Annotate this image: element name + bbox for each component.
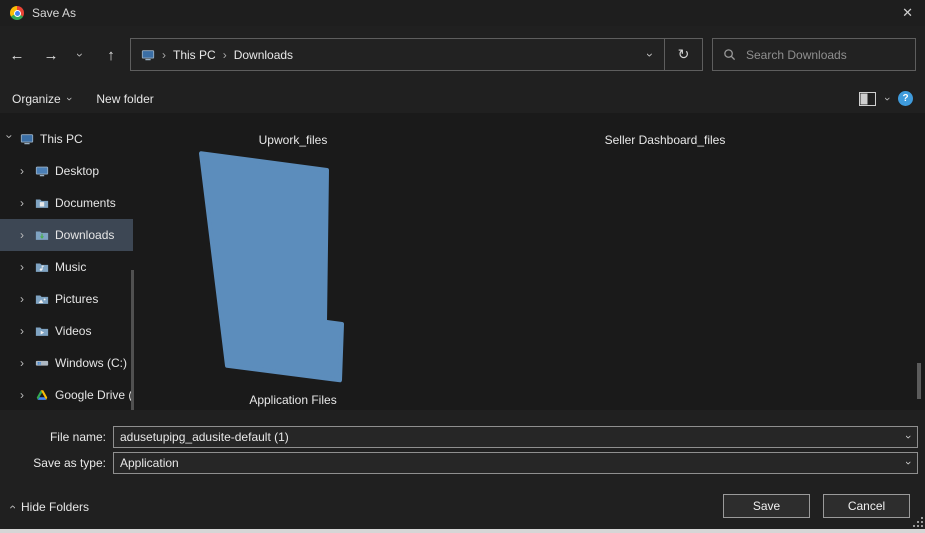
file-item-application-files[interactable] (196, 149, 346, 392)
chrome-icon (10, 6, 24, 20)
sidebar-item-downloads[interactable]: › Downloads (0, 219, 133, 251)
breadcrumb-separator-icon: › (162, 47, 166, 62)
collapse-chevron-icon: › (20, 292, 24, 306)
documents-icon (35, 199, 49, 208)
google-drive-icon (36, 390, 48, 400)
view-options-icon[interactable] (859, 91, 877, 106)
refresh-icon[interactable]: ↻ (665, 46, 702, 63)
collapse-chevron-icon: › (20, 164, 24, 178)
save-type-value: Application (120, 456, 179, 470)
file-name-label: File name: (49, 430, 106, 444)
save-type-dropdown-icon: › (902, 461, 914, 465)
sidebar-item-desktop[interactable]: › Desktop (0, 155, 133, 187)
forward-button[interactable]: → (38, 42, 64, 68)
breadcrumb-downloads[interactable]: Downloads (234, 48, 293, 62)
view-options-chevron-icon[interactable]: › (881, 97, 893, 101)
sidebar-item-this-pc[interactable]: › This PC (0, 123, 133, 155)
expand-chevron-icon: › (2, 134, 17, 139)
collapse-chevron-icon: › (20, 324, 24, 338)
search-icon (724, 49, 736, 61)
close-icon[interactable]: ✕ (902, 5, 913, 21)
recent-locations-chevron-icon[interactable]: › (70, 42, 90, 68)
command-toolbar: Organize › New folder › ? (0, 84, 925, 113)
file-item-seller-dashboard-files[interactable]: Seller Dashboard_files (560, 133, 770, 147)
sidebar-item-pictures[interactable]: › Pictures (0, 283, 133, 315)
desktop-icon (35, 166, 49, 177)
file-name-dropdown-icon[interactable]: › (902, 428, 914, 446)
breadcrumb: › This PC › Downloads (131, 48, 636, 62)
hide-folders-chevron-icon: › (5, 505, 19, 509)
file-name-row: File name: › (0, 426, 918, 448)
folder-icon (199, 151, 344, 383)
back-button[interactable]: ← (4, 42, 30, 68)
pictures-icon (35, 295, 49, 304)
hide-folders-button[interactable]: › Hide Folders (5, 500, 89, 514)
form-fields: File name: › Save as type: Application › (0, 410, 925, 487)
navigation-pane: › This PC › Desktop › Documents › Downlo… (0, 113, 133, 410)
window-title: Save As (32, 6, 77, 20)
breadcrumb-this-pc[interactable]: This PC (173, 48, 216, 62)
this-pc-icon (141, 49, 155, 60)
windows-drive-icon (35, 360, 49, 366)
up-button[interactable]: ↑ (98, 42, 124, 68)
bottom-edge (0, 529, 925, 533)
videos-icon (35, 327, 49, 336)
titlebar: Save As (0, 0, 925, 26)
sidebar-item-music[interactable]: › Music (0, 251, 133, 283)
downloads-icon (35, 231, 49, 240)
save-type-row: Save as type: Application › (0, 452, 918, 474)
new-folder-button[interactable]: New folder (96, 92, 153, 106)
file-item-upwork-files[interactable]: Upwork_files (210, 133, 376, 147)
cancel-button[interactable]: Cancel (823, 494, 910, 518)
collapse-chevron-icon: › (20, 196, 24, 210)
breadcrumb-separator-icon: › (222, 47, 227, 62)
toolbar-right-group: › ? (859, 91, 913, 106)
this-pc-icon (20, 134, 34, 145)
save-type-select[interactable]: Application › (113, 452, 918, 474)
search-input[interactable] (744, 46, 905, 63)
sidebar-item-documents[interactable]: › Documents (0, 187, 133, 219)
address-bar[interactable]: › This PC › Downloads › ↻ (130, 38, 703, 71)
file-area-scrollbar[interactable] (917, 363, 921, 399)
sidebar-scrollbar[interactable] (131, 270, 134, 410)
sidebar-item-videos[interactable]: › Videos (0, 315, 133, 347)
save-type-label: Save as type: (33, 456, 106, 470)
file-item-application-files-label[interactable]: Application Files (210, 393, 376, 407)
search-box (712, 38, 916, 71)
resize-grip[interactable] (913, 517, 924, 528)
content-area: › This PC › Desktop › Documents › Downlo… (0, 113, 925, 410)
collapse-chevron-icon: › (20, 260, 24, 274)
music-icon (35, 263, 49, 272)
file-name-input[interactable] (114, 430, 899, 444)
save-as-dialog: Save As ✕ ← → › ↑ › This PC › Downloads … (0, 0, 925, 533)
organize-chevron-icon: › (62, 96, 75, 101)
collapse-chevron-icon: › (20, 356, 24, 370)
save-button[interactable]: Save (723, 494, 810, 518)
address-dropdown-icon[interactable]: › (636, 48, 664, 62)
organize-button[interactable]: Organize › (12, 92, 75, 106)
collapse-chevron-icon: › (20, 228, 24, 242)
help-icon[interactable]: ? (898, 91, 913, 106)
sidebar-item-google-drive[interactable]: › Google Drive (G (0, 379, 133, 411)
file-name-combo: › (113, 426, 918, 448)
footer: › Hide Folders Save Cancel (0, 487, 925, 529)
sidebar-item-windows-c[interactable]: › Windows (C:) (0, 347, 133, 379)
collapse-chevron-icon: › (20, 388, 24, 402)
